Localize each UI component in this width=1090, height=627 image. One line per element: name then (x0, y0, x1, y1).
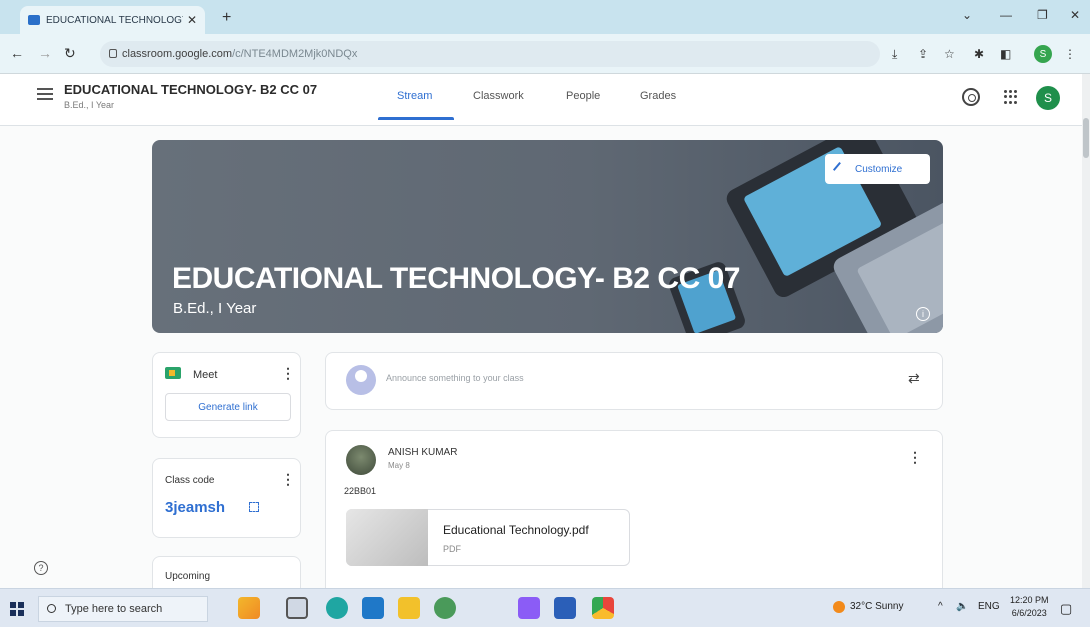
class-code-more-icon[interactable]: ⋮ (281, 471, 295, 488)
browser-tab[interactable]: EDUCATIONAL TECHNOLOGY- E ✕ (20, 6, 205, 34)
chrome-icon[interactable] (592, 597, 614, 619)
user-avatar[interactable]: S (1036, 86, 1060, 110)
attachment-type: PDF (443, 544, 461, 554)
upcoming-label: Upcoming (165, 571, 211, 582)
announce-placeholder[interactable]: Announce something to your class (386, 373, 524, 383)
class-code-card: Class code ⋮ 3jeamsh (152, 458, 301, 538)
weather-icon (833, 601, 845, 613)
class-banner: EDUCATIONAL TECHNOLOGY- B2 CC 07 B.Ed., … (152, 140, 943, 333)
announce-box[interactable]: Announce something to your class ⇄ (325, 352, 943, 410)
bookmark-star-icon[interactable]: ☆ (944, 47, 955, 61)
classroom-favicon-icon (28, 15, 40, 25)
taskbar: Type here to search 32°C Sunny ^ 🔈 ENG 1… (0, 588, 1090, 627)
close-tab-icon[interactable]: ✕ (187, 13, 197, 27)
address-bar[interactable]: classroom.google.com/c/NTE4MDM2Mjk0NDQx (100, 41, 880, 67)
language-indicator[interactable]: ENG (978, 601, 1000, 612)
post-author: ANISH KUMAR (388, 447, 458, 458)
attachment-thumbnail (346, 509, 428, 566)
maximize-button[interactable]: ❐ (1037, 8, 1048, 22)
tab-search-chevron-icon[interactable]: ⌄ (962, 8, 972, 22)
announce-avatar (346, 365, 376, 395)
minimize-button[interactable]: — (1000, 8, 1012, 22)
lock-icon (109, 49, 117, 58)
meet-card: Meet ⋮ Generate link (152, 352, 301, 438)
chrome-app-icon[interactable] (434, 597, 456, 619)
taskbar-search-placeholder: Type here to search (65, 603, 163, 615)
tab-stream[interactable]: Stream (397, 90, 432, 102)
url-host: classroom.google.com (122, 48, 233, 60)
illustration-app-icon[interactable] (238, 597, 260, 619)
customize-label: Customize (855, 163, 903, 175)
browser-profile-avatar[interactable]: S (1034, 45, 1052, 63)
post-more-options-icon[interactable]: ⋮ (908, 449, 922, 466)
browser-tab-title: EDUCATIONAL TECHNOLOGY- E (46, 14, 183, 26)
customize-button[interactable]: Customize (825, 154, 930, 184)
back-icon[interactable]: ← (10, 45, 24, 61)
weather-text[interactable]: 32°C Sunny (850, 601, 903, 612)
header-class-subtitle: B.Ed., I Year (64, 100, 115, 110)
install-app-icon[interactable]: ⤓ (892, 47, 897, 62)
tab-people[interactable]: People (566, 90, 600, 102)
scrollbar-thumb[interactable] (1083, 118, 1089, 158)
header-class-title[interactable]: EDUCATIONAL TECHNOLOGY- B2 CC 07 (64, 82, 317, 97)
screen: EDUCATIONAL TECHNOLOGY- E ✕ + ⌄ — ❐ ✕ ← … (0, 0, 1090, 627)
clock-time: 12:20 PM (1010, 595, 1049, 605)
search-icon (47, 604, 56, 613)
generate-link-button[interactable]: Generate link (165, 393, 291, 421)
repost-icon[interactable]: ⇄ (908, 370, 920, 387)
mail-icon[interactable] (362, 597, 384, 619)
app-icon[interactable] (518, 597, 540, 619)
settings-gear-icon[interactable] (962, 88, 980, 106)
stream-post: ANISH KUMAR May 8 ⋮ 22BB01 Educational T… (325, 430, 943, 605)
file-explorer-icon[interactable] (398, 597, 420, 619)
post-date: May 8 (388, 461, 410, 470)
share-icon[interactable]: ⇪ (918, 47, 928, 61)
tray-chevron-icon[interactable]: ^ (938, 601, 943, 612)
class-code-value: 3jeamsh (165, 499, 226, 516)
forward-icon[interactable]: → (38, 45, 52, 61)
volume-icon[interactable]: 🔈 (956, 601, 968, 612)
edge-browser-icon[interactable] (326, 597, 348, 619)
fullscreen-code-icon[interactable] (249, 502, 259, 512)
taskbar-clock[interactable]: 12:20 PM 6/6/2023 (1010, 594, 1049, 620)
banner-title: EDUCATIONAL TECHNOLOGY- B2 CC 07 (172, 262, 740, 295)
word-icon[interactable] (554, 597, 576, 619)
google-apps-icon[interactable] (1004, 90, 1018, 104)
meet-icon (165, 367, 181, 379)
main-menu-icon[interactable] (37, 88, 53, 100)
task-view-icon[interactable] (286, 597, 308, 619)
classroom-header: EDUCATIONAL TECHNOLOGY- B2 CC 07 B.Ed., … (0, 74, 1082, 126)
browser-tab-strip: EDUCATIONAL TECHNOLOGY- E ✕ + ⌄ — ❐ ✕ (0, 0, 1090, 34)
pencil-icon (832, 161, 848, 177)
post-text: 22BB01 (344, 486, 377, 496)
active-tab-indicator (378, 117, 454, 120)
tab-classwork[interactable]: Classwork (473, 90, 524, 102)
class-code-label: Class code (165, 475, 215, 486)
meet-more-options-icon[interactable]: ⋮ (281, 365, 295, 382)
clock-date: 6/6/2023 (1011, 608, 1047, 618)
post-author-avatar (346, 445, 376, 475)
chrome-menu-icon[interactable]: ⋮ (1064, 47, 1076, 61)
url-path: /c/NTE4MDM2Mjk0NDQx (232, 48, 358, 60)
sidepanel-icon[interactable]: ◧ (1000, 47, 1011, 61)
reload-icon[interactable]: ↻ (64, 45, 76, 62)
taskbar-search[interactable]: Type here to search (38, 596, 208, 622)
extensions-icon[interactable]: ✱ (974, 47, 984, 61)
new-tab-button[interactable]: + (222, 9, 231, 27)
address-row: ← → ↻ classroom.google.com/c/NTE4MDM2Mjk… (0, 34, 1090, 74)
class-info-icon[interactable]: i (916, 307, 930, 321)
banner-subtitle: B.Ed., I Year (173, 300, 257, 317)
tab-grades[interactable]: Grades (640, 90, 676, 102)
help-icon[interactable]: ? (34, 561, 48, 575)
attachment-name[interactable]: Educational Technology.pdf (443, 523, 589, 537)
meet-label: Meet (193, 369, 218, 381)
close-window-button[interactable]: ✕ (1070, 8, 1080, 22)
windows-start-icon[interactable] (10, 602, 24, 616)
notifications-icon[interactable]: ▢ (1060, 601, 1072, 617)
